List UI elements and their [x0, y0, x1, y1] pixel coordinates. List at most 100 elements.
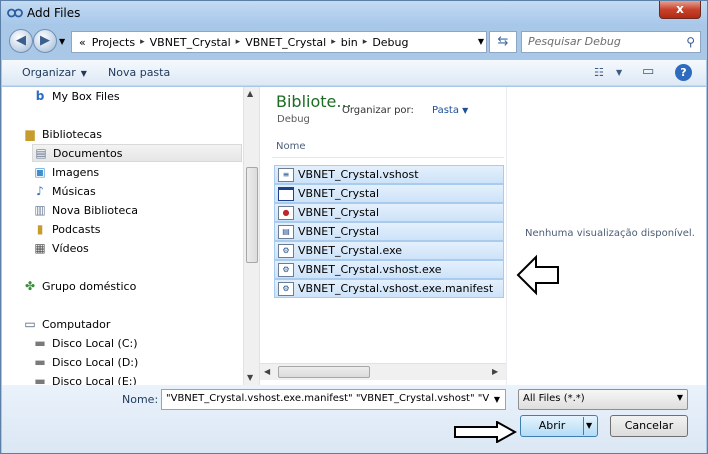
file-type-select[interactable]: All Files (*.*) ▼ — [518, 389, 688, 410]
breadcrumb-vbnet-crystal[interactable]: VBNET_Crystal — [147, 36, 234, 49]
breadcrumb-bin[interactable]: bin — [338, 36, 361, 49]
title-bar[interactable]: Add Files x — [1, 1, 707, 25]
file-name-value: "VBNET_Crystal.vshost.exe.manifest" "VBN… — [166, 393, 506, 404]
view-dropdown-icon[interactable]: ▼ — [616, 68, 622, 77]
no-preview-message: Nenhuma visualização disponível. — [525, 228, 695, 239]
breadcrumb-separator-icon[interactable]: ▸ — [234, 37, 243, 47]
nav-item-label: Disco Local (C:) — [52, 336, 138, 350]
address-overflow[interactable]: « — [76, 36, 89, 49]
file-name-dropdown-icon[interactable]: ▼ — [489, 390, 505, 409]
column-divider — [272, 157, 504, 158]
podcasts-icon: ▮ — [36, 222, 44, 236]
file-list-hscrollbar-thumb[interactable] — [278, 366, 370, 378]
organize-button[interactable]: Organizar ▼ — [22, 66, 87, 79]
nav-item-imagens[interactable]: ▣ Imagens — [32, 163, 99, 181]
crystal-report-icon: ● — [278, 205, 294, 220]
split-divider — [583, 417, 584, 435]
file-row[interactable]: ⚙ VBNET_Crystal.vshost.exe — [274, 260, 504, 279]
scroll-right-icon[interactable]: ▶ — [492, 367, 498, 376]
file-row[interactable]: ⚙ VBNET_Crystal.exe — [274, 241, 504, 260]
nav-item-disco-c[interactable]: ▬ Disco Local (C:) — [32, 334, 138, 352]
nav-item-label: Músicas — [52, 184, 96, 198]
breadcrumb-separator-icon[interactable]: ▸ — [361, 37, 370, 47]
forward-button[interactable]: ▶ — [33, 29, 57, 53]
file-name-label: Nome: — [122, 393, 159, 406]
nav-item-computador[interactable]: ▭ Computador — [22, 315, 110, 333]
file-row[interactable]: ≡ VBNET_Crystal.vshost — [274, 165, 504, 184]
library-title: Bibliote... — [276, 92, 352, 111]
breadcrumb-separator-icon[interactable]: ▸ — [329, 37, 338, 47]
open-button[interactable]: Abrir ▼ — [520, 415, 598, 437]
scroll-up-icon[interactable]: ▲ — [247, 89, 253, 98]
cancel-button[interactable]: Cancelar — [610, 415, 688, 437]
search-input[interactable]: Pesquisar Debug ⚲ — [521, 31, 701, 53]
organize-label: Organizar — [22, 66, 76, 79]
right-arrow-annotation-icon — [454, 421, 517, 443]
app-icon — [7, 8, 23, 18]
file-name: VBNET_Crystal — [298, 187, 380, 200]
drive-icon: ▬ — [34, 374, 46, 385]
nav-item-disco-d[interactable]: ▬ Disco Local (D:) — [32, 353, 138, 371]
documents-icon: ▤ — [35, 146, 47, 160]
exe-file-icon: ⚙ — [278, 243, 294, 258]
view-options-icon[interactable]: ☷ — [594, 66, 604, 79]
left-arrow-annotation-icon — [516, 254, 559, 296]
arrange-by-value: Pasta — [432, 105, 459, 116]
preview-pane: Nenhuma visualização disponível. — [506, 87, 706, 385]
file-name-input[interactable]: "VBNET_Crystal.vshost.exe.manifest" "VBN… — [161, 389, 506, 410]
file-row[interactable]: ▤ VBNET_Crystal — [274, 222, 504, 241]
computer-icon: ▭ — [24, 317, 36, 331]
column-header-name[interactable]: Nome — [276, 141, 306, 152]
nav-item-grupo-domestico[interactable]: ✤ Grupo doméstico — [22, 277, 136, 295]
file-list-hscrollbar[interactable]: ◀ ▶ — [260, 363, 506, 380]
chevron-down-icon: ▼ — [462, 106, 469, 115]
new-folder-button[interactable]: Nova pasta — [108, 66, 170, 79]
window-file-icon — [278, 186, 294, 201]
nav-item-nova-biblioteca[interactable]: ▥ Nova Biblioteca — [32, 201, 138, 219]
close-button[interactable]: x — [659, 1, 701, 19]
breadcrumb-separator-icon[interactable]: ▸ — [138, 37, 147, 47]
nav-item-my-box-files[interactable]: b My Box Files — [32, 87, 120, 105]
address-dropdown-icon[interactable]: ▼ — [478, 37, 484, 46]
breadcrumb-projects[interactable]: Projects — [89, 36, 138, 49]
recent-pages-dropdown-icon[interactable]: ▼ — [59, 37, 65, 46]
breadcrumb-vbnet-crystal-2[interactable]: VBNET_Crystal — [242, 36, 329, 49]
nav-scrollbar[interactable]: ▲ ▼ — [243, 87, 259, 385]
back-arrow-icon: ◀ — [16, 33, 26, 48]
nav-item-label: Imagens — [52, 165, 100, 179]
arrange-by-dropdown[interactable]: Pasta ▼ — [432, 105, 468, 116]
open-label: Abrir — [538, 419, 566, 432]
search-icon[interactable]: ⚲ — [686, 35, 695, 49]
nav-item-videos[interactable]: ▦ Vídeos — [32, 239, 88, 257]
file-row[interactable]: ⚙ VBNET_Crystal.vshost.exe.manifest — [274, 279, 504, 298]
help-icon[interactable]: ? — [675, 64, 692, 81]
nav-scrollbar-thumb[interactable] — [246, 167, 258, 263]
file-row[interactable]: ● VBNET_Crystal — [274, 203, 504, 222]
back-button[interactable]: ◀ — [9, 29, 33, 53]
arrange-by-label: Organizar por: — [342, 105, 414, 116]
file-name: VBNET_Crystal.vshost.exe.manifest — [298, 282, 494, 295]
refresh-button[interactable]: ⇆ — [489, 31, 517, 53]
open-dropdown-icon[interactable]: ▼ — [586, 416, 592, 436]
nav-item-label: Bibliotecas — [42, 127, 103, 141]
chevron-down-icon: ▼ — [80, 69, 87, 78]
file-name: VBNET_Crystal — [298, 206, 380, 219]
address-bar[interactable]: « Projects ▸ VBNET_Crystal ▸ VBNET_Cryst… — [71, 31, 487, 53]
nav-item-musicas[interactable]: ♪ Músicas — [32, 182, 96, 200]
library-icon: ▥ — [34, 203, 46, 217]
nav-item-disco-e[interactable]: ▬ Disco Local (E:) — [32, 372, 136, 385]
exe-file-icon: ⚙ — [278, 262, 294, 277]
nav-item-label: Documentos — [53, 146, 123, 160]
videos-icon: ▦ — [34, 241, 46, 255]
nav-item-documentos[interactable]: ▤ Documentos — [32, 144, 242, 162]
breadcrumb-debug[interactable]: Debug — [369, 36, 411, 49]
nav-item-bibliotecas[interactable]: ▆ Bibliotecas — [22, 125, 102, 143]
nav-item-podcasts[interactable]: ▮ Podcasts — [32, 220, 101, 238]
drive-icon: ▬ — [34, 355, 46, 369]
scroll-left-icon[interactable]: ◀ — [264, 367, 270, 376]
scroll-down-icon[interactable]: ▼ — [247, 373, 253, 382]
add-files-dialog: Add Files x ◀ ▶ ▼ « Projects ▸ VBNET_Cry… — [0, 0, 708, 454]
file-row[interactable]: VBNET_Crystal — [274, 184, 504, 203]
preview-pane-icon[interactable]: ▭ — [642, 64, 654, 79]
search-placeholder: Pesquisar Debug — [528, 35, 621, 48]
